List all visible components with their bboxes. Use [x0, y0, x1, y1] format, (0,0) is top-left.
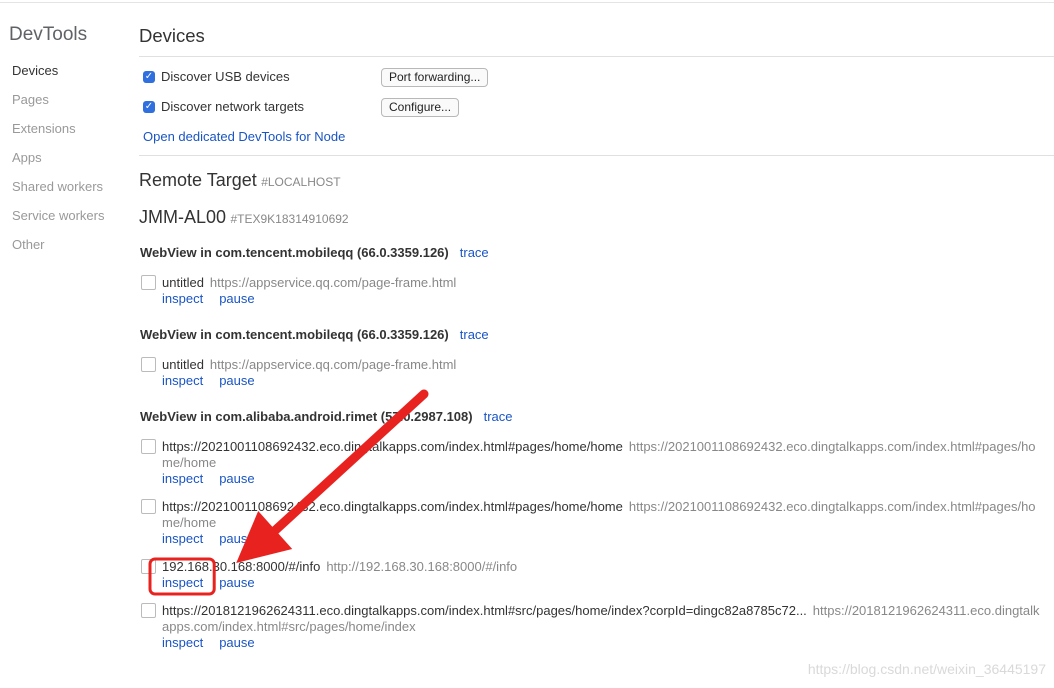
- annotation-overlay: [148, 389, 429, 596]
- watermark: https://blog.csdn.net/weixin_36445197: [807, 661, 1046, 677]
- highlight-box: [148, 557, 216, 596]
- arrow-shaft: [266, 389, 429, 539]
